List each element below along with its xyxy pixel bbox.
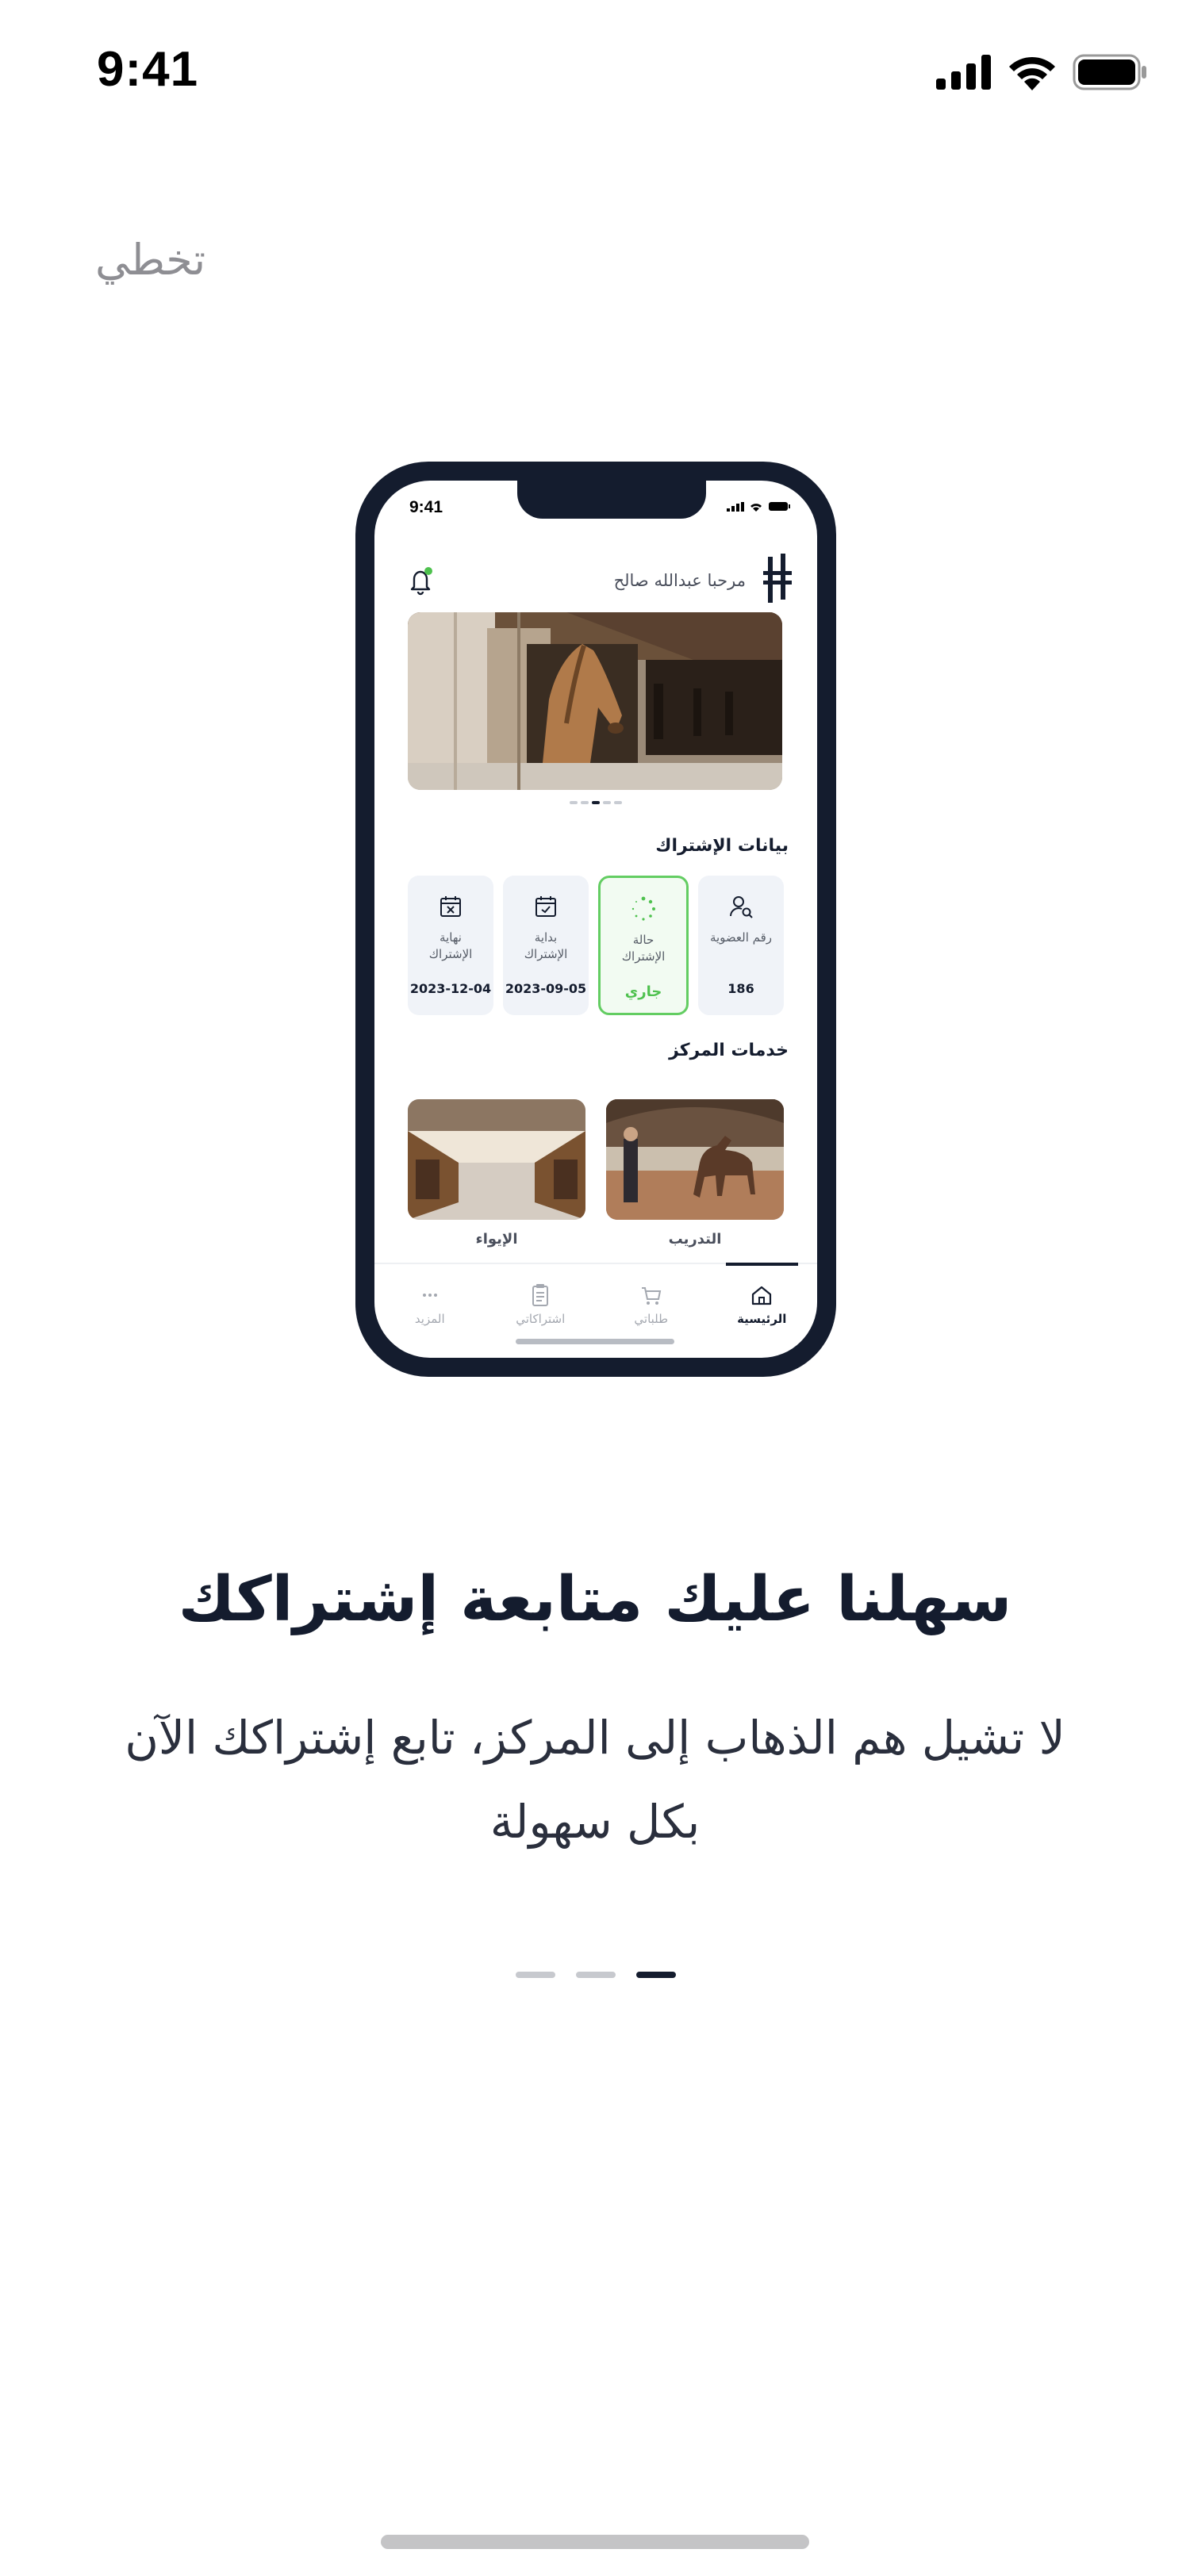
status-bar-icons: [936, 52, 1147, 92]
skip-button[interactable]: تخطي: [95, 235, 205, 285]
greeting-text: مرحبا عبدالله صالح: [613, 571, 746, 590]
subscription-status-label: حالة الإشتراك: [621, 933, 666, 964]
pager-dot-active[interactable]: [636, 1972, 676, 1978]
mockup-status-time: 9:41: [409, 498, 443, 516]
membership-number-card[interactable]: رقم العضوية 186: [698, 876, 784, 1015]
mockup-wifi-icon: [750, 504, 762, 512]
pager-dot[interactable]: [576, 1972, 616, 1978]
nav-home-label: الرئيسية: [737, 1312, 787, 1326]
mockup-screen: 9:41 مرحبا عبدالله صالح بيانات الإشتراك …: [374, 481, 817, 1358]
onboarding-headline: سهلنا عليك متابعة إشتراكك: [178, 1564, 1012, 1635]
spinner-icon: [631, 896, 655, 921]
hero-carousel-image[interactable]: [408, 612, 782, 790]
home-indicator[interactable]: [381, 2535, 809, 2549]
nav-more[interactable]: المزيد: [374, 1264, 486, 1358]
membership-number-value: 186: [727, 981, 754, 996]
services-section-title: خدمات المركز: [669, 1041, 789, 1060]
stable-horse-photo: [408, 612, 782, 790]
more-icon: [422, 1294, 437, 1297]
subscription-status-value: جاري: [624, 983, 662, 1000]
subscription-section-title: بيانات الإشتراك: [655, 836, 789, 856]
cart-icon: [641, 1287, 661, 1305]
battery-icon: [1073, 54, 1146, 90]
mockup-battery-icon: [769, 502, 790, 511]
subscription-end-card[interactable]: نهاية الإشتراك 2023-12-04: [408, 876, 493, 1015]
user-search-icon: [730, 896, 753, 918]
subscription-cards: رقم العضوية 186 حالة الإشتراك جاري بداية…: [408, 876, 784, 1015]
carousel-dot-active[interactable]: [592, 801, 600, 804]
notification-bell-icon: [410, 567, 432, 596]
calendar-check-icon: [536, 896, 556, 917]
subscription-start-label: بداية الإشتراك: [524, 930, 568, 961]
clipboard-icon: [532, 1284, 549, 1306]
service-training-label: التدريب: [668, 1231, 722, 1248]
service-training-card[interactable]: [606, 1099, 784, 1220]
carousel-dot[interactable]: [570, 801, 578, 804]
carousel-dots: [374, 801, 817, 804]
mockup-signal-icon: [727, 501, 744, 512]
horse-training-photo: [606, 1099, 784, 1220]
carousel-dot[interactable]: [614, 801, 622, 804]
stable-aisle-photo: [408, 1099, 585, 1220]
onboarding-pager: [516, 1972, 676, 1978]
subscription-status-card[interactable]: حالة الإشتراك جاري: [598, 876, 689, 1015]
pager-dot[interactable]: [516, 1972, 555, 1978]
membership-number-label: رقم العضوية: [709, 930, 773, 945]
subscription-start-card[interactable]: بداية الإشتراك 2023-09-05: [503, 876, 589, 1015]
service-housing-label: الإيواء: [475, 1231, 518, 1248]
phone-mockup: 9:41 مرحبا عبدالله صالح بيانات الإشتراك …: [355, 462, 836, 1377]
wifi-icon: [1009, 56, 1055, 90]
calendar-x-icon: [440, 896, 461, 917]
brand-logo-icon: [763, 554, 792, 603]
cellular-signal-icon: [936, 55, 991, 90]
status-bar-time: 9:41: [97, 42, 199, 97]
carousel-dot[interactable]: [603, 801, 611, 804]
home-icon: [752, 1286, 772, 1305]
mockup-status-icons: [727, 501, 790, 512]
subscription-start-value: 2023-09-05: [505, 981, 587, 996]
nav-orders-label: طلباتي: [634, 1312, 669, 1326]
nav-subscriptions-label: اشتراكاتي: [516, 1312, 566, 1326]
subscription-end-value: 2023-12-04: [409, 981, 492, 996]
subscription-end-label: نهاية الإشتراك: [428, 930, 473, 961]
phone-notch: [517, 481, 706, 519]
mockup-home-indicator: [516, 1339, 674, 1344]
nav-home[interactable]: الرئيسية: [707, 1263, 818, 1358]
mockup-header: مرحبا عبدالله صالح: [398, 554, 793, 609]
nav-more-label: المزيد: [414, 1312, 445, 1326]
carousel-dot[interactable]: [581, 801, 589, 804]
service-housing-card[interactable]: [408, 1099, 585, 1220]
onboarding-description: لا تشيل هم الذهاب إلى المركز، تابع إشترا…: [125, 1711, 1065, 1849]
